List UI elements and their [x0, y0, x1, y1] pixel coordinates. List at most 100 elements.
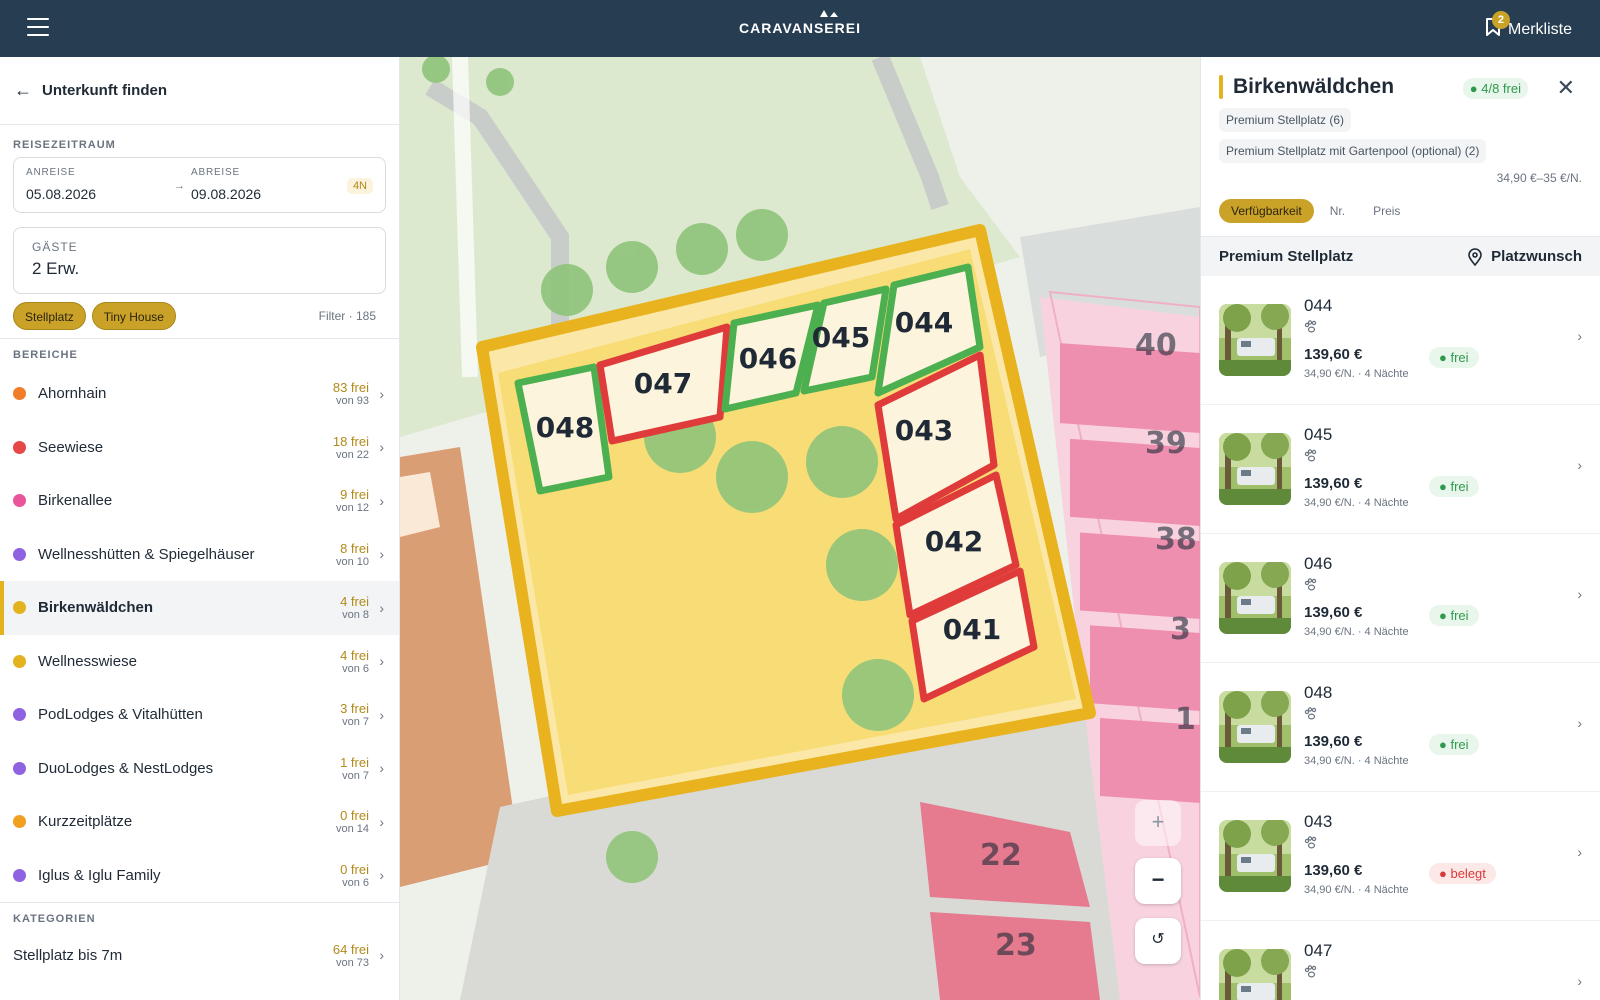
- brand-logo[interactable]: CARAVANSEREI: [0, 20, 1600, 36]
- pitch-label-1x: 1: [1175, 702, 1196, 737]
- chevron-right-icon: ›: [379, 492, 384, 509]
- zoom-out-button[interactable]: −: [1135, 858, 1181, 904]
- date-range-picker[interactable]: ANREISE 05.08.2026 → ABREISE 09.08.2026 …: [13, 157, 386, 213]
- area-item[interactable]: Ahornhain 83 frei von 93 ›: [0, 367, 399, 421]
- map-canvas[interactable]: 40 39 38 3 1 22 23 048 047 046 045 044 0…: [400, 57, 1200, 1000]
- reset-view-button[interactable]: ↺: [1135, 918, 1181, 964]
- area-color-dot: [13, 815, 26, 829]
- pitch-price-detail: 34,90 €/N. · 4 Nächte: [1304, 497, 1409, 509]
- area-name: Wellnesshütten & Spiegelhäuser: [38, 545, 255, 563]
- pitch-price: 139,60 €: [1304, 862, 1363, 879]
- area-color-dot: [13, 601, 26, 615]
- pitch-label-39: 39: [1145, 426, 1187, 461]
- campsite-map[interactable]: 40 39 38 3 1 22 23 048 047 046 045 044 0…: [400, 57, 1200, 1000]
- category-name: Stellplatz bis 7m: [13, 946, 123, 964]
- area-count: 9 frei von 12: [336, 487, 369, 514]
- area-count: 0 frei von 6: [340, 862, 369, 889]
- zoom-in-button[interactable]: +: [1135, 800, 1181, 846]
- pet-icon: [1304, 320, 1317, 333]
- pitch-photo: [1219, 433, 1291, 505]
- area-item[interactable]: Birkenallee 9 frei von 12 ›: [0, 474, 399, 528]
- area-name: Iglus & Iglu Family: [38, 866, 161, 884]
- pitch-list-item[interactable]: 045 139,60 € 34,90 €/N. · 4 Nächte ● frei ›: [1201, 405, 1600, 534]
- abreise-value[interactable]: 09.08.2026: [191, 186, 261, 202]
- back-button[interactable]: ← Unterkunft finden: [0, 57, 399, 125]
- bereiche-label: BEREICHE: [13, 349, 78, 361]
- pitch-number: 047: [1304, 941, 1333, 960]
- status-text: frei: [1450, 479, 1469, 494]
- area-total: von 8: [342, 609, 369, 622]
- area-color-dot: [13, 654, 26, 668]
- free-count-badge: ● 4/8 frei: [1462, 78, 1528, 99]
- pitch-list-item[interactable]: 047 ›: [1201, 921, 1600, 1000]
- category-item[interactable]: Stellplatz bis 7m 64 frei von 73 ›: [0, 925, 399, 985]
- area-item[interactable]: DuoLodges & NestLodges 1 frei von 7 ›: [0, 742, 399, 796]
- area-count: 8 frei von 10: [336, 541, 369, 568]
- sort-verfuegbarkeit[interactable]: Verfügbarkeit: [1219, 199, 1314, 223]
- area-item[interactable]: Iglus & Iglu Family 0 frei von 6 ›: [0, 849, 399, 903]
- area-total: von 7: [342, 769, 369, 782]
- area-total: von 22: [335, 448, 369, 461]
- chevron-right-icon: ›: [1577, 844, 1582, 860]
- pet-icon: [1304, 707, 1317, 720]
- merkliste-button[interactable]: 2 Merkliste: [1484, 11, 1572, 42]
- category-tag: Premium Stellplatz mit Gartenpool (optio…: [1219, 139, 1487, 163]
- status-text: belegt: [1450, 866, 1486, 881]
- area-color-dot: [13, 708, 26, 722]
- area-name: PodLodges & Vitalhütten: [38, 706, 203, 724]
- pitch-label-044: 044: [895, 306, 953, 339]
- area-item[interactable]: Kurzzeitplätze 0 frei von 14 ›: [0, 795, 399, 849]
- guests-field[interactable]: GÄSTE 2 Erw.: [13, 227, 386, 294]
- area-name: Wellnesswiese: [38, 652, 137, 670]
- area-item[interactable]: Seewiese 18 frei von 22 ›: [0, 421, 399, 475]
- group-title: Premium Stellplatz: [1219, 248, 1354, 265]
- area-item[interactable]: Birkenwäldchen 4 frei von 8 ›: [0, 581, 399, 635]
- merkliste-count-badge: 2: [1491, 11, 1510, 29]
- area-total: von 7: [342, 716, 369, 729]
- gaeste-label: GÄSTE: [32, 240, 78, 254]
- platzwunsch-button[interactable]: Platzwunsch: [1467, 247, 1582, 266]
- pitch-list-item[interactable]: 048 139,60 € 34,90 €/N. · 4 Nächte ● frei ›: [1201, 663, 1600, 792]
- pitch-number: 043: [1304, 812, 1333, 831]
- area-total: von 6: [342, 662, 369, 675]
- pitch-number: 044: [1304, 296, 1333, 315]
- arrow-right-icon: →: [174, 180, 185, 192]
- pitch-list-item[interactable]: 046 139,60 € 34,90 €/N. · 4 Nächte ● frei ›: [1201, 534, 1600, 663]
- chip-tiny-house[interactable]: Tiny House: [91, 302, 176, 330]
- area-free: 1 frei: [340, 754, 369, 770]
- pitch-list-item[interactable]: 044 139,60 € 34,90 €/N. · 4 Nächte ● frei ›: [1201, 276, 1600, 405]
- filter-button[interactable]: Filter · 185: [319, 309, 376, 323]
- chip-stellplatz[interactable]: Stellplatz: [13, 302, 86, 330]
- area-item[interactable]: Wellnesswiese 4 frei von 6 ›: [0, 635, 399, 689]
- pitch-price-detail: 34,90 €/N. · 4 Nächte: [1304, 626, 1409, 638]
- top-bar: CARAVANSEREI 2 Merkliste: [0, 0, 1600, 57]
- area-free: 9 frei: [340, 487, 369, 503]
- merkliste-label: Merkliste: [1507, 20, 1572, 38]
- abreise-label: ABREISE: [191, 167, 240, 178]
- pitch-label-23: 23: [995, 928, 1037, 963]
- pitch-photo: [1219, 949, 1291, 1000]
- pitch-list-item[interactable]: 043 139,60 € 34,90 €/N. · 4 Nächte ● belegt…: [1201, 792, 1600, 921]
- close-icon[interactable]: ✕: [1557, 75, 1575, 101]
- pitch-label-041: 041: [943, 613, 1001, 646]
- sort-nummer[interactable]: Nr.: [1318, 199, 1357, 223]
- category-total: von 73: [335, 956, 369, 969]
- area-free: 4 frei: [340, 647, 369, 663]
- area-name: Ahornhain: [38, 385, 107, 403]
- sort-preis[interactable]: Preis: [1361, 199, 1412, 223]
- area-item[interactable]: PodLodges & Vitalhütten 3 frei von 7 ›: [0, 688, 399, 742]
- gaeste-value: 2 Erw.: [32, 259, 80, 278]
- area-free: 0 frei: [340, 808, 369, 824]
- area-free: 4 frei: [340, 594, 369, 610]
- chevron-right-icon: ›: [379, 385, 384, 402]
- anreise-value[interactable]: 05.08.2026: [26, 186, 96, 202]
- pet-icon: [1304, 449, 1317, 462]
- pitch-label-042: 042: [925, 525, 983, 558]
- area-free: 0 frei: [340, 861, 369, 877]
- area-total: von 93: [335, 395, 369, 408]
- area-free: 83 frei: [332, 380, 369, 396]
- pitch-number: 045: [1304, 425, 1333, 444]
- area-item[interactable]: Wellnesshütten & Spiegelhäuser 8 frei von …: [0, 528, 399, 582]
- pitch-label-048: 048: [536, 411, 594, 444]
- anreise-label: ANREISE: [26, 167, 76, 178]
